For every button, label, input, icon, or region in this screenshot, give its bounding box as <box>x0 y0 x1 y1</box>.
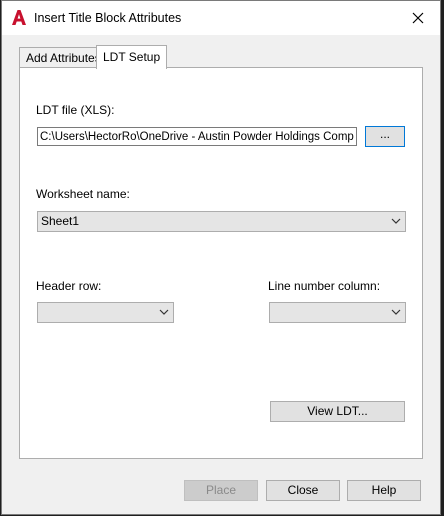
view-ldt-button[interactable]: View LDT... <box>270 401 405 422</box>
chevron-down-icon <box>391 218 401 224</box>
line-number-column-label: Line number column: <box>268 279 381 293</box>
ldt-file-label: LDT file (XLS): <box>36 103 115 117</box>
ldt-file-path-input[interactable] <box>37 127 357 146</box>
chevron-down-icon <box>391 309 401 315</box>
worksheet-name-dropdown[interactable]: Sheet1 <box>37 211 406 232</box>
worksheet-selected-value: Sheet1 <box>41 214 80 228</box>
help-button[interactable]: Help <box>347 480 421 501</box>
line-number-column-dropdown[interactable] <box>269 302 406 323</box>
title-bar: Insert Title Block Attributes <box>2 1 440 35</box>
ldt-setup-panel: LDT file (XLS): ... Worksheet name: Shee… <box>19 67 423 459</box>
chevron-down-icon <box>159 309 169 315</box>
window-title: Insert Title Block Attributes <box>34 11 182 25</box>
header-row-dropdown[interactable] <box>37 302 174 323</box>
close-window-button[interactable] <box>396 1 440 35</box>
autocad-app-icon <box>12 10 26 25</box>
worksheet-name-label: Worksheet name: <box>36 187 130 201</box>
tab-add-attributes[interactable]: Add Attributes <box>19 47 108 68</box>
place-button[interactable]: Place <box>184 480 258 501</box>
browse-ldt-file-button[interactable]: ... <box>365 126 405 147</box>
close-icon <box>412 12 424 24</box>
close-button[interactable]: Close <box>266 480 340 501</box>
header-row-label: Header row: <box>36 279 102 293</box>
tab-ldt-setup[interactable]: LDT Setup <box>96 45 168 69</box>
insert-title-block-attributes-dialog: Insert Title Block Attributes Add Attrib… <box>1 0 441 515</box>
